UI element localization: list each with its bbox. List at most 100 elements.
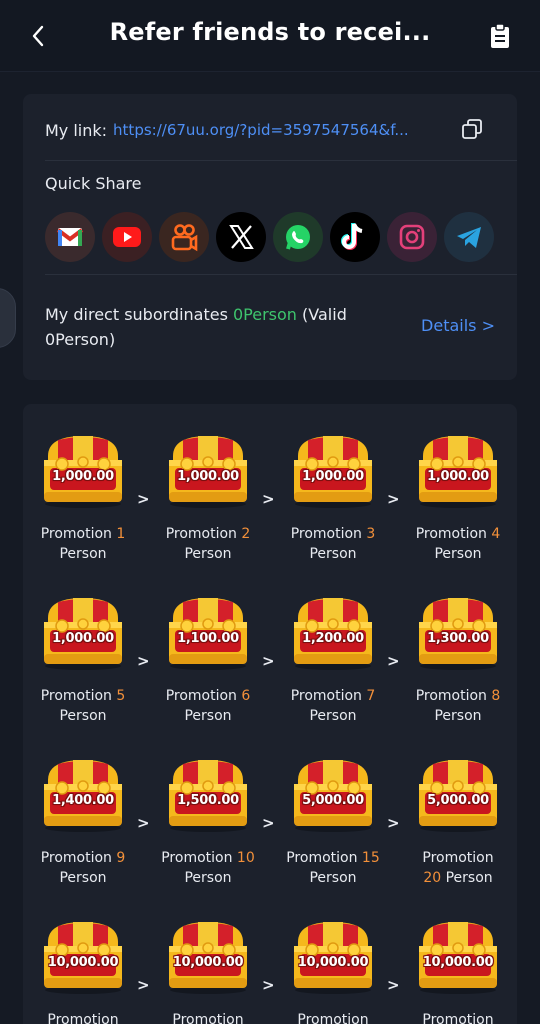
instagram-icon[interactable] (387, 212, 437, 262)
back-button[interactable] (24, 22, 52, 50)
promotion-label: Promotion (40, 688, 112, 704)
next-arrow: > (137, 976, 150, 994)
reward-amount: 5,000.00 (302, 793, 364, 808)
reward-amount: 1,000.00 (52, 469, 114, 484)
reward-label: Promotion (153, 1010, 263, 1024)
reward-label: Promotion 4 Person (403, 524, 513, 564)
share-card: My link: https://67uu.org/?pid=359754756… (23, 94, 517, 380)
reward-item: 1,100.00 Promotion 6 Person (153, 594, 263, 726)
reward-item: 10,000.00 Promotion (278, 918, 388, 1024)
reward-item: 10,000.00 Promotion (153, 918, 263, 1024)
person-unit: Person (184, 870, 232, 886)
reward-label: Promotion 8 Person (403, 686, 513, 726)
reward-amount: 1,300.00 (427, 631, 489, 646)
reward-label: Promotion 20 Person (403, 848, 513, 888)
telegram-icon[interactable] (444, 212, 494, 262)
youtube-icon[interactable] (102, 212, 152, 262)
page-title: Refer friends to recei... (109, 18, 431, 46)
person-unit: Person (309, 870, 357, 886)
next-arrow: > (137, 814, 150, 832)
promotion-label: Promotion (422, 850, 494, 866)
person-unit: Person (309, 708, 357, 724)
treasure-chest-icon: 5,000.00 (415, 756, 501, 832)
reward-label: Promotion 15 Person (278, 848, 388, 888)
kwai-icon[interactable] (159, 212, 209, 262)
next-arrow: > (387, 490, 400, 508)
promotion-label: Promotion (165, 688, 237, 704)
person-unit: Person (434, 708, 482, 724)
reward-amount: 10,000.00 (172, 955, 244, 970)
reward-item: 1,000.00 Promotion 3 Person (278, 432, 388, 564)
person-unit: Person (445, 870, 493, 886)
promotion-count: 20 (423, 870, 442, 886)
promotion-count: 4 (491, 526, 501, 542)
divider (45, 274, 517, 275)
reward-label: Promotion (278, 1010, 388, 1024)
reward-amount: 1,000.00 (302, 469, 364, 484)
records-button[interactable] (486, 22, 514, 50)
treasure-chest-icon: 1,000.00 (40, 432, 126, 508)
promotion-count: 15 (361, 850, 380, 866)
treasure-chest-icon: 1,000.00 (415, 432, 501, 508)
reward-item: 5,000.00 Promotion 15 Person (278, 756, 388, 888)
promotion-label: Promotion (40, 526, 112, 542)
x-icon[interactable] (216, 212, 266, 262)
treasure-chest-icon: 1,500.00 (165, 756, 251, 832)
reward-item: 1,000.00 Promotion 5 Person (28, 594, 138, 726)
promotion-label: Promotion (161, 850, 233, 866)
reward-amount: 10,000.00 (422, 955, 494, 970)
subordinates-prefix: My direct subordinates (45, 305, 228, 324)
my-link-label: My link: (45, 120, 108, 140)
gmail-icon[interactable] (45, 212, 95, 262)
reward-item: 1,300.00 Promotion 8 Person (403, 594, 513, 726)
reward-label: Promotion (28, 1010, 138, 1024)
promotion-label: Promotion (40, 850, 112, 866)
reward-item: 10,000.00 Promotion (403, 918, 513, 1024)
reward-item: 1,000.00 Promotion 2 Person (153, 432, 263, 564)
promotion-count: 7 (366, 688, 376, 704)
reward-amount: 5,000.00 (427, 793, 489, 808)
whatsapp-icon[interactable] (273, 212, 323, 262)
treasure-chest-icon: 10,000.00 (165, 918, 251, 994)
promotion-count: 10 (236, 850, 255, 866)
tiktok-icon[interactable] (330, 212, 380, 262)
treasure-chest-icon: 1,000.00 (40, 594, 126, 670)
next-arrow: > (137, 490, 150, 508)
promotion-label: Promotion (290, 526, 362, 542)
reward-amount: 1,200.00 (302, 631, 364, 646)
treasure-chest-icon: 1,000.00 (165, 432, 251, 508)
reward-item: 1,200.00 Promotion 7 Person (278, 594, 388, 726)
treasure-chest-icon: 1,100.00 (165, 594, 251, 670)
details-link[interactable]: Details > (421, 316, 495, 335)
reward-label: Promotion 3 Person (278, 524, 388, 564)
reward-item: 1,000.00 Promotion 4 Person (403, 432, 513, 564)
reward-label: Promotion 10 Person (153, 848, 263, 888)
next-arrow: > (262, 814, 275, 832)
reward-amount: 1,000.00 (52, 631, 114, 646)
person-unit: Person (309, 546, 357, 562)
promotion-label: Promotion (172, 1012, 244, 1024)
person-unit: Person (59, 708, 107, 724)
next-arrow: > (262, 652, 275, 670)
promotion-label: Promotion (290, 688, 362, 704)
person-unit: Person (59, 870, 107, 886)
subordinates-text: My direct subordinates 0Person (Valid 0P… (45, 302, 375, 352)
reward-amount: 10,000.00 (47, 955, 119, 970)
reward-amount: 1,500.00 (177, 793, 239, 808)
floating-side-handle[interactable] (0, 288, 16, 348)
reward-label: Promotion 6 Person (153, 686, 263, 726)
my-link-url[interactable]: https://67uu.org/?pid=3597547564&f... (113, 121, 423, 139)
promotion-count: 8 (491, 688, 501, 704)
quick-share-label: Quick Share (45, 174, 142, 193)
treasure-chest-icon: 10,000.00 (290, 918, 376, 994)
reward-label: Promotion 1 Person (28, 524, 138, 564)
treasure-chest-icon: 1,300.00 (415, 594, 501, 670)
person-unit: Person (184, 546, 232, 562)
promotion-count: 2 (241, 526, 251, 542)
reward-amount: 1,400.00 (52, 793, 114, 808)
reward-amount: 10,000.00 (297, 955, 369, 970)
promotion-label: Promotion (286, 850, 358, 866)
quick-share-row (45, 212, 497, 264)
next-arrow: > (387, 976, 400, 994)
copy-button[interactable] (461, 118, 485, 142)
